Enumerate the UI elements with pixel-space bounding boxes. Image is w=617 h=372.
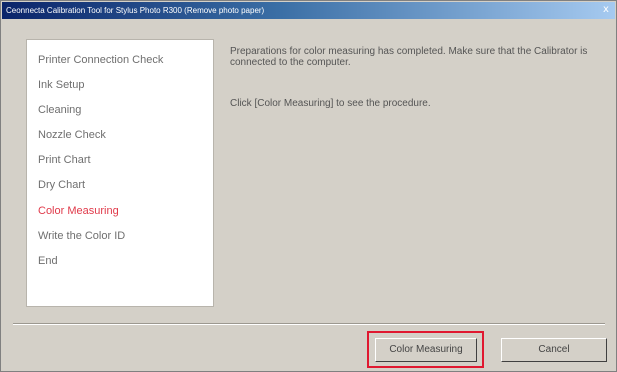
dialog-window: Ceonnecta Calibration Tool for Stylus Ph… <box>0 0 617 372</box>
step-printer-connection-check: Printer Connection Check <box>38 54 164 66</box>
message-click-instruction: Click [Color Measuring] to see the proce… <box>230 98 431 109</box>
separator <box>13 323 605 325</box>
cancel-button[interactable]: Cancel <box>501 338 607 362</box>
step-print-chart: Print Chart <box>38 154 91 166</box>
window-title: Ceonnecta Calibration Tool for Stylus Ph… <box>6 6 265 15</box>
step-color-measuring: Color Measuring <box>38 205 119 217</box>
title-bar[interactable]: Ceonnecta Calibration Tool for Stylus Ph… <box>2 2 615 19</box>
step-dry-chart: Dry Chart <box>38 179 86 191</box>
step-end: End <box>38 255 58 267</box>
step-cleaning: Cleaning <box>38 104 82 116</box>
message-prep-complete: Preparations for color measuring has com… <box>230 46 588 68</box>
close-icon[interactable]: x <box>599 3 613 17</box>
step-nozzle-check: Nozzle Check <box>38 129 106 141</box>
color-measuring-button[interactable]: Color Measuring <box>375 338 477 362</box>
step-ink-setup: Ink Setup <box>38 79 85 91</box>
steps-panel: Printer Connection Check Ink Setup Clean… <box>26 39 214 307</box>
step-write-color-id: Write the Color ID <box>38 230 126 242</box>
